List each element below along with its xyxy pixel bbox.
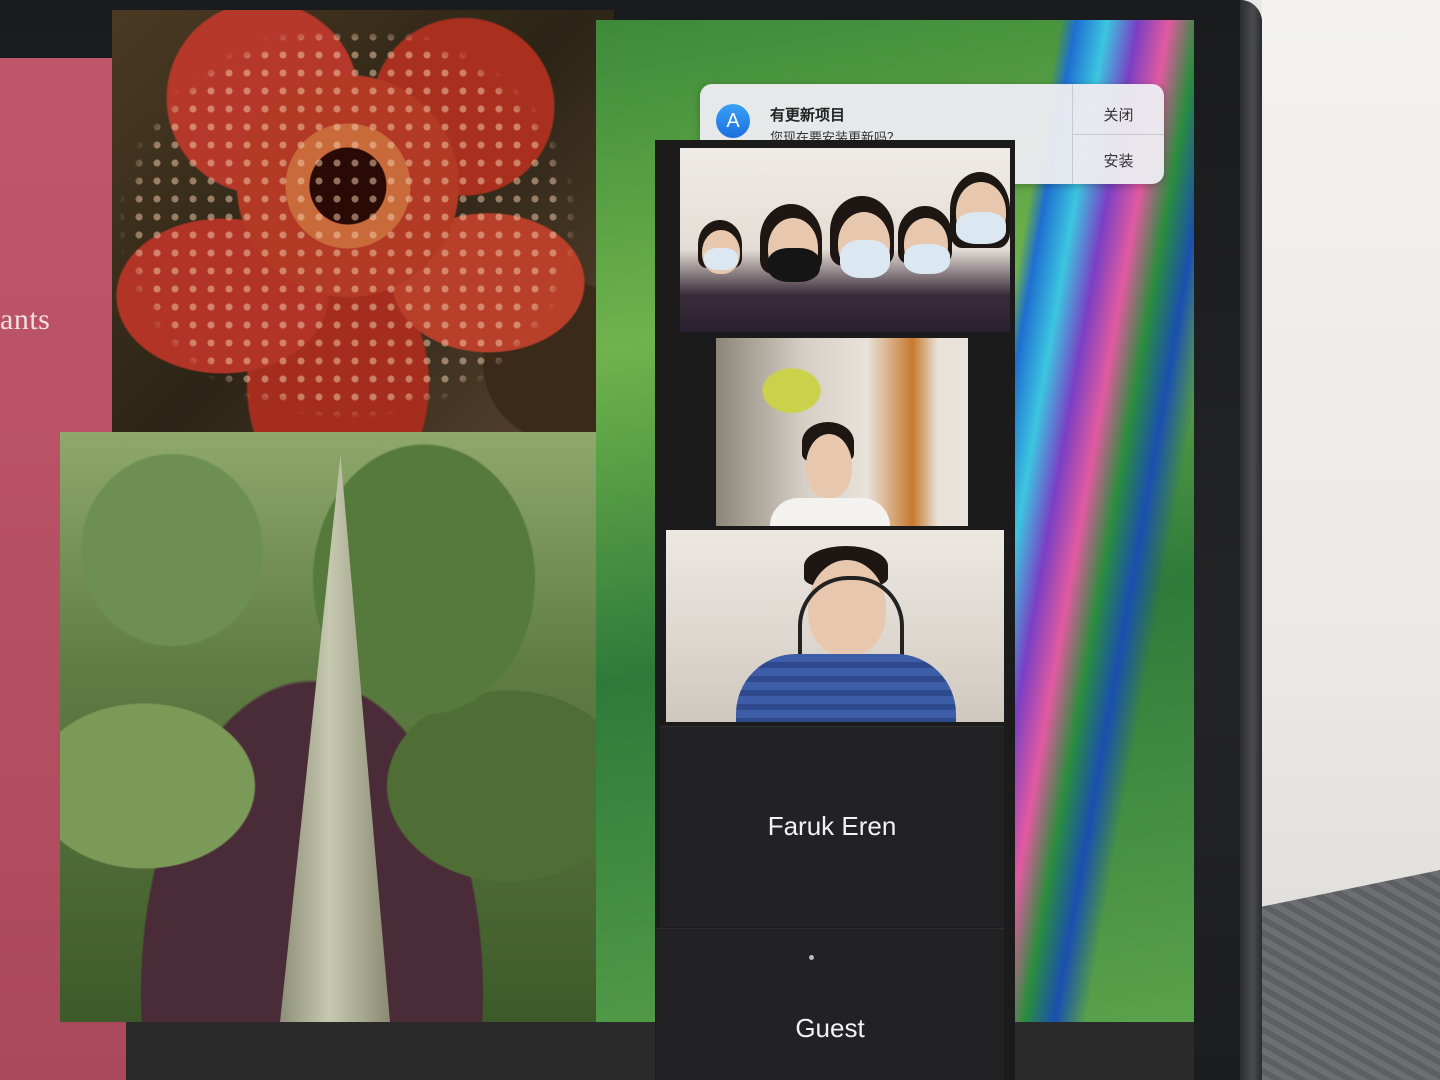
participant-video-teacher[interactable] [666,530,1004,722]
participant-shirt [770,498,890,526]
participant-name: Guest [795,1013,865,1043]
participant-video-students[interactable] [680,148,1010,332]
face-mask [768,248,820,282]
face-mask [704,248,738,270]
participant-tile-guest[interactable]: Guest [656,928,1004,1080]
slide-title-text: ants [0,303,51,336]
camera-indicator-dot [809,955,814,960]
headphones-icon [798,576,904,660]
face-mask [904,244,950,274]
app-store-icon: A [716,104,750,138]
participant-video-student[interactable] [716,338,968,526]
laptop-edge [1240,0,1262,1080]
notification-divider [1072,134,1164,135]
face-mask [840,240,890,278]
face-mask [956,212,1006,244]
rafflesia-spots [112,10,614,450]
install-button[interactable]: 安装 [1073,144,1164,180]
participant-tile-faruk-eren[interactable]: Faruk Eren [660,726,1004,927]
participant-shirt [736,654,956,722]
notification-title: 有更新项目 [770,107,846,124]
participant-name: Faruk Eren [767,811,897,841]
participant-face [806,434,852,498]
close-button[interactable]: 关闭 [1073,98,1164,134]
